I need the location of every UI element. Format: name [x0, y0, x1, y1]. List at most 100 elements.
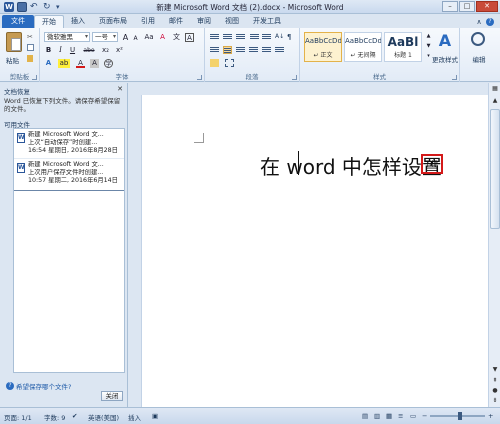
text-effects-button[interactable]: A	[44, 59, 53, 68]
multilevel-list-icon[interactable]	[236, 33, 245, 41]
underline-button[interactable]: U	[68, 46, 77, 55]
font-size-select[interactable]: 一号	[92, 32, 118, 42]
proofing-icon[interactable]: ✔	[72, 412, 77, 420]
increase-indent-icon[interactable]	[262, 33, 271, 41]
ruler-toggle-icon[interactable]: ▦	[490, 84, 500, 94]
paste-label[interactable]: 粘贴	[6, 55, 19, 65]
change-styles-label[interactable]: 更改样式	[430, 54, 460, 64]
paste-icon[interactable]	[6, 32, 22, 52]
tab-file[interactable]: 文件	[2, 15, 34, 28]
zoom-out-icon[interactable]: −	[422, 412, 427, 420]
subscript-text[interactable]: 下标	[424, 159, 438, 169]
zoom-in-icon[interactable]: +	[488, 412, 493, 420]
document-text[interactable]: 在 word 中怎样设置	[260, 151, 442, 180]
subscript-button[interactable]: x₂	[100, 46, 111, 55]
tab-mailings[interactable]: 邮件	[162, 15, 190, 28]
styles-scroll-down[interactable]: ▼	[424, 42, 433, 51]
fullscreen-icon[interactable]: ▥	[374, 412, 380, 420]
styles-scroll-up[interactable]: ▲	[424, 32, 433, 41]
shading-icon[interactable]	[210, 59, 219, 67]
help-link[interactable]: ? 希望保存哪个文件?	[6, 381, 71, 391]
tab-view[interactable]: 视图	[218, 15, 246, 28]
minimize-button[interactable]: –	[442, 1, 458, 12]
shrink-font-button[interactable]: A	[131, 34, 140, 43]
list-item[interactable]: 新建 Microsoft Word 文... 上次“自动保存”时创建... 16…	[14, 129, 124, 159]
close-pane-button[interactable]: 关闭	[101, 391, 123, 401]
tab-home[interactable]: 开始	[34, 15, 64, 28]
maximize-button[interactable]: □	[459, 1, 475, 12]
document-page[interactable]: 在 word 中怎样设置 下标	[142, 95, 488, 407]
tab-references[interactable]: 引用	[134, 15, 162, 28]
align-left-icon[interactable]	[210, 46, 219, 54]
align-center-icon[interactable]	[223, 46, 232, 54]
styles-launcher[interactable]	[452, 75, 457, 80]
outline-icon[interactable]: ≡	[398, 412, 403, 420]
superscript-button[interactable]: x²	[114, 46, 125, 55]
cut-icon[interactable]: ✂	[27, 33, 35, 41]
char-border-button[interactable]: A	[185, 33, 194, 42]
web-layout-icon[interactable]: ▦	[386, 412, 392, 420]
macro-icon[interactable]: ▣	[152, 412, 158, 420]
scroll-up-icon[interactable]: ▲	[490, 96, 500, 106]
enclose-char-button[interactable]: 字	[104, 59, 113, 68]
change-case-button[interactable]: Aa	[143, 33, 155, 42]
scroll-thumb[interactable]	[490, 109, 500, 229]
style-no-spacing[interactable]: AaBbCcDd ↵ 无间隔	[344, 32, 382, 62]
font-color-button[interactable]: A	[76, 59, 85, 68]
line-spacing-icon[interactable]	[275, 46, 284, 54]
zoom-knob[interactable]	[458, 412, 462, 420]
help-link-text[interactable]: 希望保存哪个文件?	[16, 381, 71, 391]
phonetic-guide-button[interactable]: 文	[172, 33, 181, 42]
strikethrough-button[interactable]: abe	[82, 46, 96, 55]
word-count[interactable]: 字数: 9	[44, 412, 65, 422]
vertical-scrollbar[interactable]: ▦ ▲ ▼ ⇞ ● ⇟	[488, 83, 500, 407]
draft-icon[interactable]: ▭	[410, 412, 416, 420]
paragraph-launcher[interactable]	[292, 75, 297, 80]
close-button[interactable]: ✕	[476, 1, 498, 12]
tab-page-layout[interactable]: 页面布局	[92, 15, 134, 28]
style-normal[interactable]: AaBbCcDd ↵ 正文	[304, 32, 342, 62]
bullets-icon[interactable]	[210, 33, 219, 41]
font-name-select[interactable]: 微软雅黑	[44, 32, 90, 42]
minimize-ribbon-icon[interactable]: ∧	[475, 18, 483, 26]
italic-button[interactable]: I	[56, 46, 65, 55]
copy-icon[interactable]	[27, 44, 34, 51]
find-icon[interactable]	[471, 32, 485, 46]
style-heading-1[interactable]: AaBl 标题 1	[384, 32, 422, 62]
font-launcher[interactable]	[197, 75, 202, 80]
prev-page-icon[interactable]: ⇞	[490, 376, 500, 386]
char-shading-button[interactable]: A	[90, 59, 99, 68]
format-painter-icon[interactable]	[27, 55, 33, 62]
show-marks-icon[interactable]: ¶	[287, 33, 296, 41]
distributed-icon[interactable]	[262, 46, 271, 54]
browse-object-icon[interactable]: ●	[490, 386, 500, 396]
change-styles-icon[interactable]: A	[436, 32, 454, 50]
vertical-ruler[interactable]	[128, 95, 142, 407]
justify-icon[interactable]	[249, 46, 258, 54]
print-layout-icon[interactable]: ▤	[362, 412, 368, 420]
insert-mode[interactable]: 插入	[128, 412, 141, 422]
decrease-indent-icon[interactable]	[250, 33, 259, 41]
clipboard-launcher[interactable]	[32, 75, 37, 80]
page-count[interactable]: 页面: 1/1	[4, 412, 32, 422]
tab-developer[interactable]: 开发工具	[246, 15, 288, 28]
horizontal-ruler[interactable]	[142, 83, 488, 95]
align-right-icon[interactable]	[236, 46, 245, 54]
editing-label[interactable]: 编辑	[464, 54, 494, 64]
pane-close-icon[interactable]: ✕	[117, 85, 123, 93]
borders-icon[interactable]	[225, 59, 234, 67]
scroll-down-icon[interactable]: ▼	[490, 365, 500, 375]
highlight-button[interactable]: ab	[58, 59, 70, 68]
tab-insert[interactable]: 插入	[64, 15, 92, 28]
help-icon[interactable]: ?	[486, 18, 494, 26]
language[interactable]: 英语(美国)	[88, 412, 119, 422]
tab-review[interactable]: 审阅	[190, 15, 218, 28]
next-page-icon[interactable]: ⇟	[490, 396, 500, 406]
grow-font-button[interactable]: A	[121, 33, 130, 42]
bold-button[interactable]: B	[44, 46, 53, 55]
ruler-corner[interactable]	[128, 83, 142, 95]
sort-icon[interactable]: A↓	[275, 33, 284, 41]
numbering-icon[interactable]	[223, 33, 232, 41]
clear-formatting-button[interactable]: A	[158, 33, 167, 42]
list-item[interactable]: 新建 Microsoft Word 文... 上次用户保存文件时创建... 10…	[14, 159, 124, 191]
